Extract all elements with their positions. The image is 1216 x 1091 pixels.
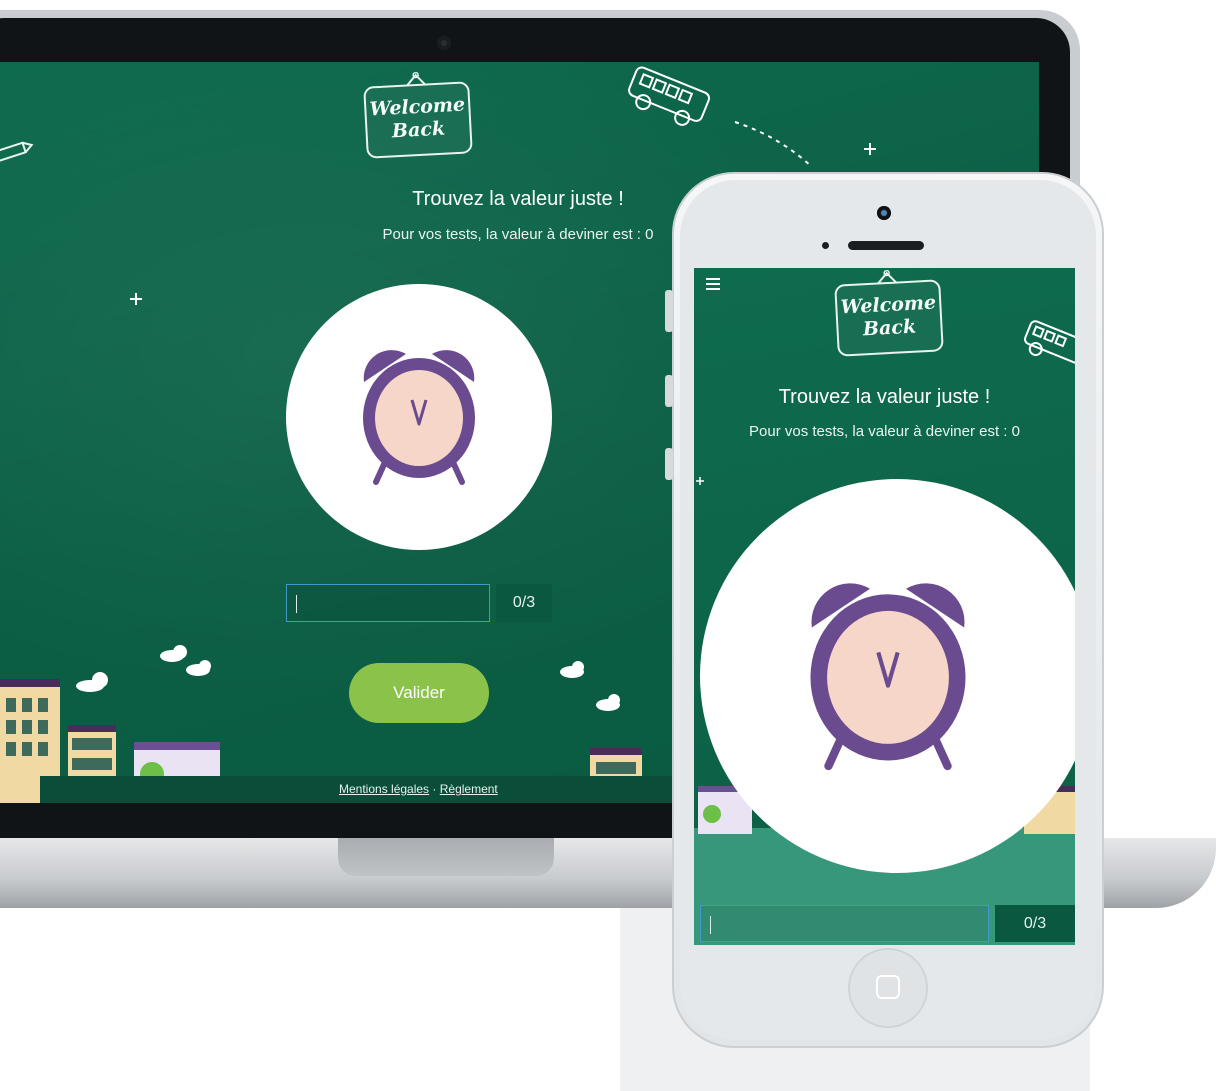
text-caret <box>710 916 711 934</box>
clock-illustration <box>700 479 1075 873</box>
welcome-back-logo: Welcome Back <box>834 269 944 357</box>
phone-camera-icon <box>877 206 891 220</box>
plus-icon <box>864 143 876 155</box>
alarm-clock-icon <box>810 583 966 771</box>
attempt-counter: 0/3 <box>496 584 552 622</box>
plus-icon <box>696 477 704 485</box>
alarm-clock-icon <box>363 350 475 485</box>
page-title: Trouvez la valeur juste ! <box>778 386 991 408</box>
attempt-counter: 0/3 <box>995 905 1075 942</box>
laptop-camera-icon <box>437 36 451 50</box>
footer-separator: · <box>429 782 440 796</box>
hamburger-icon[interactable] <box>706 278 720 293</box>
home-square-icon <box>876 975 900 999</box>
school-bus-icon <box>628 66 711 126</box>
legal-notice-link[interactable]: Mentions légales <box>339 782 429 796</box>
plus-icon <box>130 293 142 305</box>
welcome-back-logo: Welcome Back <box>363 71 473 159</box>
phone-sensor-icon <box>822 242 829 249</box>
mobile-screen: Welcome Back Trouvez la valeur juste ! P… <box>694 268 1075 945</box>
sign-hook-icon <box>405 71 427 87</box>
footer-links: Mentions légales · Règlement <box>339 782 498 796</box>
pencil-icon <box>0 141 34 163</box>
page-subtitle: Pour vos tests, la valeur à deviner est … <box>749 423 1020 440</box>
cloud-icon <box>596 694 620 711</box>
guess-input[interactable] <box>286 584 490 622</box>
school-bus-icon <box>1024 320 1075 364</box>
cloud-icon <box>160 645 187 662</box>
cloud-icon <box>76 672 108 692</box>
clock-illustration <box>286 284 552 550</box>
sign-hook-icon <box>876 269 898 285</box>
text-caret <box>296 595 297 613</box>
cloud-icon <box>560 661 584 678</box>
phone-home-button[interactable] <box>848 948 928 1028</box>
guess-input[interactable] <box>700 905 989 942</box>
validate-button[interactable]: Valider <box>349 663 489 723</box>
phone-volume-up-button <box>665 375 673 407</box>
cloud-icon <box>186 660 211 676</box>
phone-mute-switch <box>665 290 673 332</box>
phone-volume-down-button <box>665 448 673 480</box>
laptop-notch <box>338 838 554 876</box>
rules-link[interactable]: Règlement <box>440 782 498 796</box>
phone-speaker-icon <box>848 241 924 250</box>
